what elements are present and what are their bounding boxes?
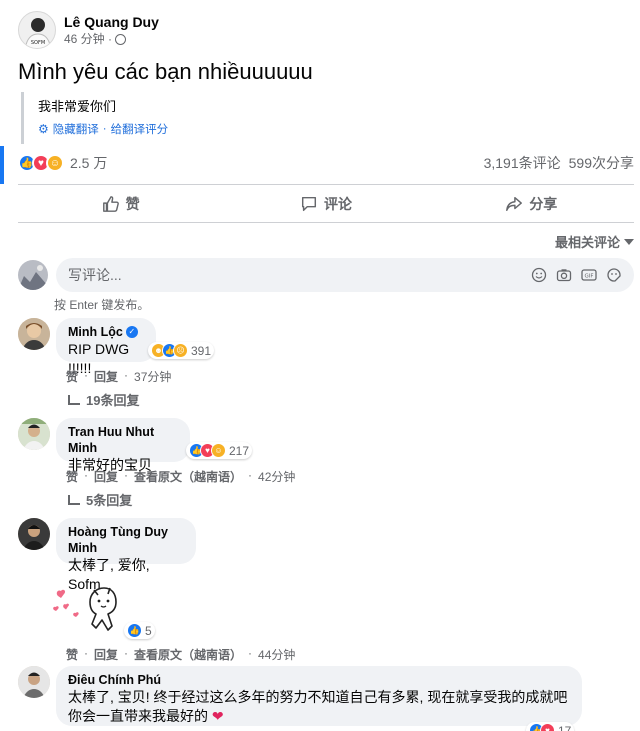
divider [18,222,634,223]
view-replies-link[interactable]: 19条回复 [68,390,139,409]
reply-arrow-icon [68,494,80,505]
post-action-bar: 赞 评论 分享 [18,188,634,220]
gear-icon: ⚙ [38,122,49,136]
translation-text: 我非常爱你们 [38,99,117,114]
sticker-reactions[interactable]: 👍 5 [124,622,155,639]
comment-sort-dropdown[interactable]: 最相关评论 [555,232,634,251]
commenter-name[interactable]: Điêu Chính Phú [68,672,570,688]
comment-item: Minh Lộc ✓ RIP DWG !!!!!! ☻ 👍 ☹ 391 [18,318,215,376]
comment-reactions[interactable]: ☻ 👍 ☹ 391 [148,342,215,359]
sticker-reaction-count: 5 [145,623,152,638]
comment-reply-link[interactable]: 回复 [94,368,118,385]
share-button[interactable]: 分享 [429,188,634,220]
commenter-avatar[interactable] [18,518,50,550]
commenter-avatar[interactable] [18,318,50,350]
verified-badge-icon: ✓ [125,326,138,338]
cat-sticker-image [53,587,117,631]
comment-icon [301,196,317,212]
current-user-avatar[interactable] [18,260,48,290]
comment-like-link[interactable]: 赞 [66,368,78,385]
comment-input-placeholder: 写评论... [68,267,122,283]
comment-item: Tran Huu Nhut Minh 非常好的宝贝 👍 ♥ ☺ 217 [18,418,253,473]
author-avatar[interactable]: SOFM [18,11,56,49]
share-icon [506,196,523,212]
replies-count: 5条回复 [86,493,133,508]
globe-icon [115,33,127,45]
commenter-name[interactable]: Tran Huu Nhut Minh [68,424,178,456]
comment-like-link[interactable]: 赞 [66,468,78,485]
commenter-avatar[interactable] [18,666,50,698]
comment-item: Điêu Chính Phú 太棒了, 宝贝! 终于经过这么多年的努力不知道自己… [18,666,582,731]
comment-label: 评论 [323,196,352,212]
translation-box: 我非常爱你们 ⚙ 隐藏翻译 · 给翻译评分 [21,92,321,144]
sticker-icon[interactable] [606,267,622,283]
sort-label: 最相关评论 [554,235,620,250]
comment-reply-link[interactable]: 回复 [94,468,118,485]
enter-hint: 按 Enter 键发布。 [54,298,150,312]
like-button[interactable]: 赞 [18,188,223,220]
comment-input[interactable]: 写评论... GIF [56,258,634,292]
like-reaction-icon: 👍 [127,623,142,638]
view-replies-link[interactable]: 5条回复 [68,490,132,509]
post-header: SOFM Lê Quang Duy 46 分钟 · [18,10,159,50]
love-reaction-icon: ♥ [540,723,555,731]
red-heart-icon: ❤ [211,708,224,724]
comment-time[interactable]: 42分钟 [258,468,295,485]
comment-bubble: Điêu Chính Phú 太棒了, 宝贝! 终于经过这么多年的努力不知道自己… [56,666,582,731]
reply-arrow-icon [68,394,80,405]
commenter-name[interactable]: Hoàng Tùng Duy Minh [68,524,184,556]
author-name[interactable]: Lê Quang Duy [64,13,159,31]
comment-actions: 赞 · 回复 · 37分钟 [66,368,172,385]
comment-reactions[interactable]: 👍 ♥ 17 [526,722,575,731]
comment-reaction-count: 17 [558,723,572,731]
comment-bubble: Tran Huu Nhut Minh 非常好的宝贝 👍 ♥ ☺ 217 [56,418,253,473]
share-count[interactable]: 599次分享 [569,153,634,173]
post-time[interactable]: 46 分钟 · [64,31,112,47]
see-original-link[interactable]: 查看原文（越南语） [134,468,242,485]
emoji-icon[interactable] [531,267,547,283]
comment-reactions[interactable]: 👍 ♥ ☺ 217 [186,442,253,459]
comment-composer: 写评论... GIF [18,258,634,292]
comment-actions: 赞 · 回复 · 查看原文（越南语） · 42分钟 [66,468,296,485]
comment-text-line2: 你会一直带来我最好的 ❤ [68,707,570,726]
commenter-avatar[interactable] [18,418,50,450]
hide-translation-link[interactable]: 隐藏翻译 [53,121,99,137]
svg-text:SOFM: SOFM [31,40,45,46]
comment-bubble: Minh Lộc ✓ RIP DWG !!!!!! ☻ 👍 ☹ 391 [56,318,215,376]
comment-reaction-count: 217 [229,443,250,458]
comment-count[interactable]: 3,191条评论 [484,153,561,173]
commenter-name[interactable]: Minh Lộc [68,324,123,340]
comment-item: Hoàng Tùng Duy Minh 太棒了, 爱你, Sofm [18,518,196,592]
sad-reaction-icon: ☹ [173,343,188,358]
comment-button[interactable]: 评论 [223,188,428,220]
comment-actions: 赞 · 回复 · 查看原文（越南语） · 44分钟 [66,646,296,663]
comment-like-link[interactable]: 赞 [66,646,78,663]
comment-bubble: Hoàng Tùng Duy Minh 太棒了, 爱你, Sofm [56,518,196,592]
divider [18,184,634,185]
comment-time[interactable]: 37分钟 [134,368,171,385]
care-reaction-icon: ☺ [46,154,64,172]
rate-translation-link[interactable]: 给翻译评分 [111,121,169,137]
caret-down-icon [624,238,634,245]
comment-time[interactable]: 44分钟 [258,646,295,663]
reaction-count[interactable]: 2.5 万 [70,153,107,173]
comment-reaction-count: 391 [191,343,212,358]
reaction-summary[interactable]: 👍 ♥ ☺ 2.5 万 [18,153,107,173]
camera-icon[interactable] [556,267,572,283]
share-label: 分享 [529,196,558,212]
comment-reply-link[interactable]: 回复 [94,646,118,663]
care-reaction-icon: ☺ [211,443,226,458]
like-label: 赞 [125,196,140,212]
comment-text-line2-content: 你会一直带来我最好的 [68,708,208,724]
comment-text-line1: 太棒了, 宝贝! 终于经过这么多年的努力不知道自己有多累, 现在就享受我的成就吧 [68,689,568,705]
see-original-link[interactable]: 查看原文（越南语） [134,646,242,663]
gif-icon[interactable]: GIF [581,267,597,283]
post-text: Mình yêu các bạn nhiềuuuuuu [18,59,313,84]
replies-count: 19条回复 [86,393,140,408]
separator-dot: · [102,123,107,135]
post-stats: 👍 ♥ ☺ 2.5 万 3,191条评论 599次分享 [18,150,634,176]
left-accent-bar [0,146,4,184]
thumbs-up-icon [102,196,119,212]
svg-text:GIF: GIF [584,274,593,280]
